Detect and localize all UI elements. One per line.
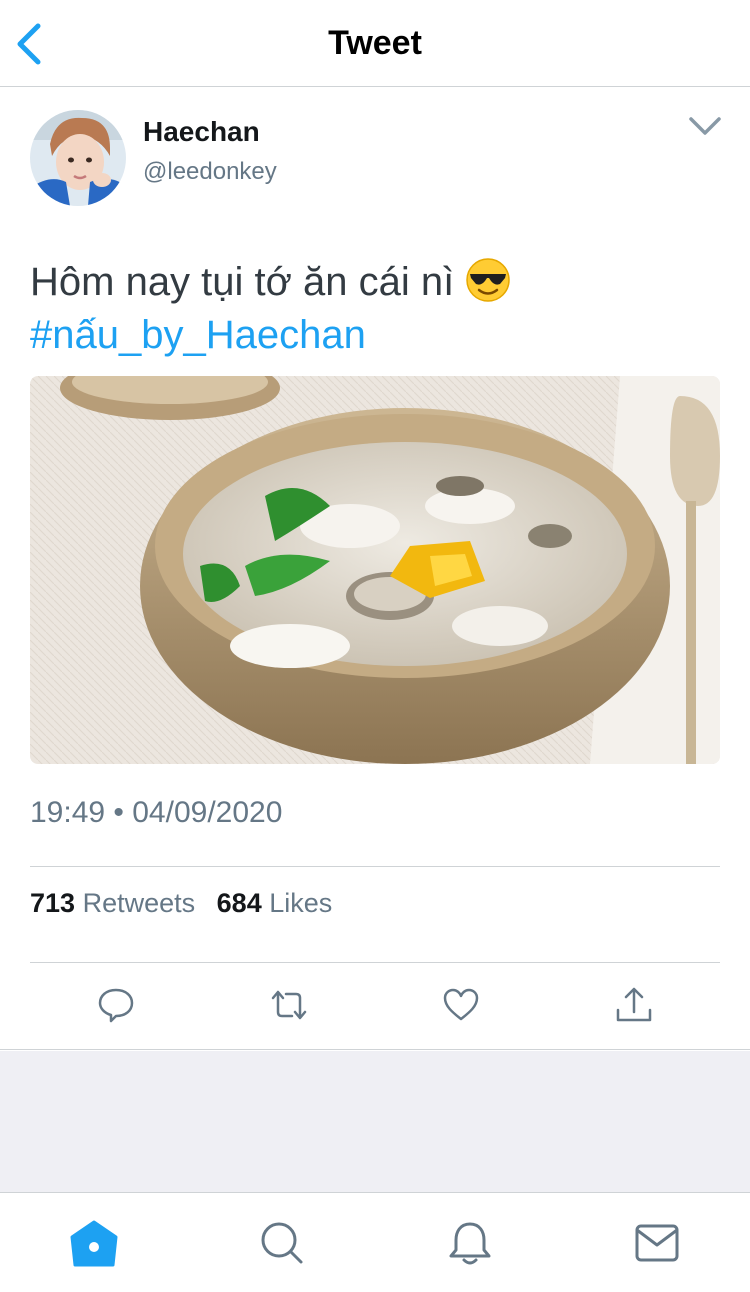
reply-icon	[98, 988, 134, 1023]
share-icon	[616, 987, 652, 1022]
retweets-count: 713	[30, 888, 76, 918]
avatar[interactable]	[30, 110, 126, 206]
like-icon	[443, 988, 479, 1021]
notifications-icon	[449, 1222, 491, 1265]
like-button[interactable]	[442, 986, 480, 1024]
bottom-tab-bar	[0, 1192, 750, 1292]
retweet-button[interactable]	[270, 986, 308, 1024]
tab-notifications[interactable]	[445, 1219, 495, 1267]
home-icon	[70, 1220, 118, 1267]
page-title: Tweet	[328, 24, 422, 62]
tweet-body: Hôm nay tụi tớ ăn cái nì	[30, 260, 466, 304]
empty-background	[0, 1051, 750, 1192]
divider	[30, 866, 720, 867]
navigation-bar: Tweet	[0, 0, 750, 87]
tweet-timestamp: 19:49 • 04/09/2020	[30, 796, 283, 829]
likes-count: 684	[216, 888, 262, 918]
hashtag-link[interactable]: #nấu_by_Haechan	[30, 313, 366, 357]
tweet-options-button[interactable]	[688, 114, 722, 138]
tab-search[interactable]	[257, 1219, 307, 1267]
user-handle[interactable]: @leedonkey	[143, 158, 277, 186]
retweets-stat[interactable]: 713 Retweets	[30, 888, 195, 918]
retweets-label: Retweets	[82, 888, 196, 918]
search-icon	[261, 1222, 303, 1264]
retweet-icon	[271, 990, 307, 1020]
tweet-photo[interactable]	[30, 376, 720, 764]
reply-button[interactable]	[97, 986, 135, 1024]
messages-icon	[635, 1224, 679, 1262]
likes-stat[interactable]: 684 Likes	[217, 888, 333, 918]
display-name[interactable]: Haechan	[143, 116, 260, 148]
chevron-down-icon	[689, 117, 721, 135]
tweet-actions	[0, 986, 750, 1026]
tab-home[interactable]	[69, 1219, 119, 1267]
likes-label: Likes	[269, 888, 333, 918]
divider	[30, 962, 720, 963]
sunglasses-emoji-icon	[465, 257, 511, 303]
tweet-stats: 713 Retweets 684 Likes	[30, 888, 346, 919]
tweet-text: Hôm nay tụi tớ ăn cái nì #nấu_by_Haechan	[30, 256, 720, 362]
tweet-detail: Haechan @leedonkey Hôm nay tụi tớ ăn cái…	[0, 88, 750, 1050]
share-button[interactable]	[615, 986, 653, 1024]
tab-messages[interactable]	[632, 1219, 682, 1267]
